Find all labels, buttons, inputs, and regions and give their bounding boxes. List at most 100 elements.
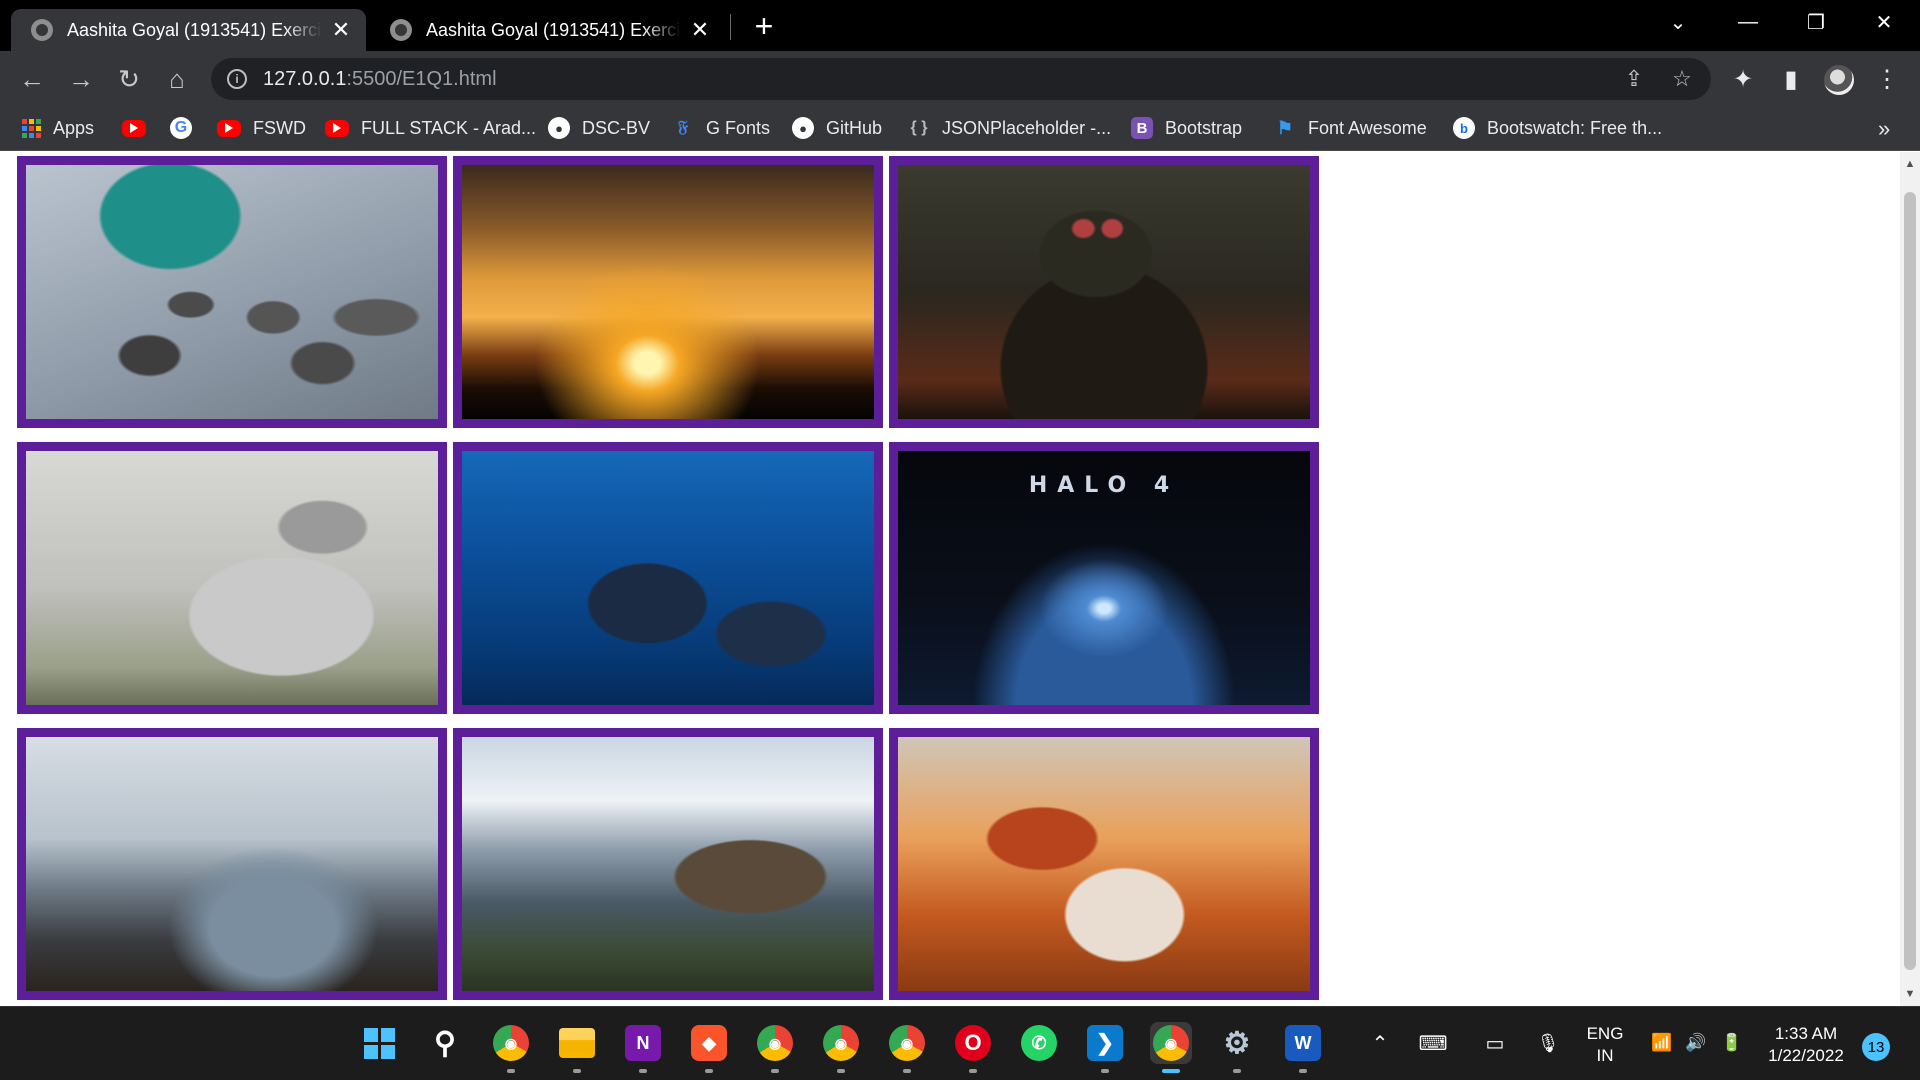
bookmark-g-fonts[interactable]: 𝔉 G Fonts — [672, 113, 770, 143]
microphone-icon[interactable]: 🎙 — [1536, 1025, 1560, 1061]
halo-4-title: HALO 4 — [1028, 473, 1180, 498]
taskbar-opera[interactable]: O — [952, 1022, 994, 1073]
bookmark-apps[interactable]: Apps — [22, 113, 94, 143]
tab-separator — [730, 14, 731, 40]
taskbar-file-explorer[interactable] — [556, 1022, 598, 1073]
humpback-whales-image — [462, 451, 874, 705]
bookmark-font-awesome[interactable]: ⚑ Font Awesome — [1274, 113, 1427, 143]
taskbar-settings[interactable]: ⚙ — [1216, 1022, 1258, 1073]
keyboard-icon[interactable]: ⌨ — [1418, 1025, 1448, 1061]
minimize-button[interactable]: — — [1720, 0, 1776, 44]
bookmark-full-stack[interactable]: FULL STACK - Arad... — [325, 113, 536, 143]
bookmark-bootstrap[interactable]: B Bootstrap — [1131, 113, 1242, 143]
taskbar-chrome-active[interactable]: ◉ — [1150, 1022, 1192, 1073]
bootstrap-icon: B — [1131, 117, 1153, 139]
taskbar-chrome-profile-3[interactable]: ◉ — [820, 1022, 862, 1073]
reload-button[interactable]: ↻ — [109, 59, 149, 99]
tab-close-icon[interactable]: ✕ — [330, 17, 352, 42]
bookmark-label: Bootstrap — [1165, 117, 1243, 138]
site-info-icon[interactable]: i — [227, 69, 247, 89]
taskbar-onenote[interactable]: N — [622, 1022, 664, 1073]
tab-active[interactable]: Aashita Goyal (1913541) Exercise ✕ — [11, 9, 366, 51]
windows-taskbar: ⚲ ◉ N ◆ ◉ ◉ ◉ O ✆ ❯ ◉ ⚙ W ⌃ ⌨ ▭ 🎙 ENG IN — [0, 1006, 1920, 1080]
new-tab-button[interactable]: + — [747, 8, 781, 44]
taskbar-whatsapp[interactable]: ✆ — [1018, 1022, 1060, 1064]
tablet-mode-icon[interactable]: ▭ — [1480, 1025, 1510, 1061]
bookmark-label: GitHub — [826, 117, 883, 138]
scroll-down-icon[interactable]: ▼ — [1900, 984, 1920, 1004]
globe-icon — [390, 19, 412, 41]
font-awesome-flag-icon: ⚑ — [1276, 117, 1294, 138]
bookmark-jsonplaceholder[interactable]: { } JSONPlaceholder -... — [908, 113, 1112, 143]
globe-icon — [31, 19, 53, 41]
scroll-up-icon[interactable]: ▲ — [1900, 154, 1920, 174]
start-button[interactable] — [358, 1022, 400, 1064]
search-icon: ⚲ — [434, 1026, 456, 1060]
tab-search-icon[interactable]: ⌄ — [1650, 0, 1706, 44]
side-panel-icon[interactable]: ▮ — [1776, 64, 1806, 94]
bookmark-dsc-bv[interactable]: ● DSC-BV — [548, 113, 650, 143]
close-window-button[interactable]: ✕ — [1856, 0, 1912, 44]
forward-button[interactable]: → — [61, 59, 101, 99]
taskbar-chrome-profile-1[interactable]: ◉ — [490, 1022, 532, 1073]
menu-icon[interactable]: ⋮ — [1872, 64, 1902, 94]
clock[interactable]: 1:33 AM 1/22/2022 — [1758, 1023, 1854, 1067]
bookmark-google[interactable]: G — [170, 113, 204, 143]
halo-4-logo-image: HALO 4 — [898, 451, 1310, 705]
url-host: 127.0.0.1 — [263, 67, 347, 90]
volume-icon[interactable]: 🔊 — [1682, 1025, 1710, 1061]
youtube-icon — [325, 119, 349, 137]
back-button[interactable]: ← — [12, 59, 52, 99]
apps-grid-icon — [22, 118, 41, 138]
onenote-icon: N — [625, 1025, 661, 1061]
bootswatch-icon: b — [1453, 117, 1475, 139]
bookmark-fswd[interactable]: FSWD — [217, 113, 306, 143]
browser-toolbar: ← → ↻ ⌂ i 127.0.0.1:5500/E1Q1.html ⇪ ☆ ✦… — [0, 51, 1920, 106]
tab-inactive[interactable]: Aashita Goyal (1913541) Exercise ✕ — [370, 9, 725, 51]
search-button[interactable]: ⚲ — [424, 1022, 466, 1064]
more-bookmarks-icon[interactable]: » — [1878, 116, 1890, 142]
bookmark-bootswatch[interactable]: b Bootswatch: Free th... — [1453, 113, 1662, 143]
bookmark-github[interactable]: ● GitHub — [792, 113, 882, 143]
restore-button[interactable]: ❐ — [1788, 0, 1844, 44]
gallery-card — [453, 728, 883, 1000]
tab-close-icon[interactable]: ✕ — [689, 17, 711, 42]
youtube-icon — [217, 119, 241, 137]
taskbar-chrome-profile-4[interactable]: ◉ — [886, 1022, 928, 1073]
bookmark-youtube[interactable] — [122, 113, 158, 143]
language-indicator[interactable]: ENG IN — [1582, 1023, 1628, 1067]
bookmark-label: Apps — [53, 117, 95, 138]
taskbar-brave[interactable]: ◆ — [688, 1022, 730, 1073]
profile-avatar[interactable] — [1824, 65, 1854, 95]
notification-count-badge[interactable]: 13 — [1862, 1033, 1890, 1061]
home-button[interactable]: ⌂ — [157, 59, 197, 99]
page-scrollbar[interactable]: ▲ ▼ — [1900, 152, 1920, 1006]
extensions-icon[interactable]: ✦ — [1728, 64, 1758, 94]
gallery-card — [889, 156, 1319, 428]
gallery-card — [889, 728, 1319, 1000]
gallery-card — [17, 442, 447, 714]
opera-icon: O — [955, 1025, 991, 1061]
armored-soldier-image — [898, 165, 1310, 419]
taskbar-word[interactable]: W — [1282, 1022, 1324, 1073]
scrollbar-thumb[interactable] — [1904, 192, 1916, 970]
bookmark-label: FSWD — [253, 117, 306, 138]
youtube-icon — [122, 119, 146, 137]
bookmark-label: Font Awesome — [1308, 117, 1427, 138]
taskbar-vscode[interactable]: ❯ — [1084, 1022, 1126, 1073]
bookmark-label: FULL STACK - Arad... — [361, 117, 537, 138]
url-path: :5500/E1Q1.html — [346, 67, 497, 90]
taskbar-chrome-profile-2[interactable]: ◉ — [754, 1022, 796, 1073]
show-hidden-icons-chevron-icon[interactable]: ⌃ — [1368, 1025, 1392, 1061]
bookmark-star-icon[interactable]: ☆ — [1669, 66, 1695, 92]
chrome-icon: ◉ — [757, 1025, 793, 1061]
share-icon[interactable]: ⇪ — [1621, 66, 1647, 92]
image-gallery: HALO 4 — [17, 156, 1319, 1000]
address-bar[interactable]: i 127.0.0.1:5500/E1Q1.html ⇪ ☆ — [211, 58, 1711, 100]
wifi-icon[interactable]: 📶 — [1648, 1025, 1676, 1061]
gallery-card: HALO 4 — [889, 442, 1319, 714]
bookmarks-bar: Apps G FSWD FULL STACK - Arad... ● DSC-B… — [0, 106, 1920, 151]
battery-icon[interactable]: 🔋 — [1718, 1025, 1746, 1061]
desert-skull-image — [898, 737, 1310, 991]
page-viewport: HALO 4 — [0, 152, 1900, 1006]
